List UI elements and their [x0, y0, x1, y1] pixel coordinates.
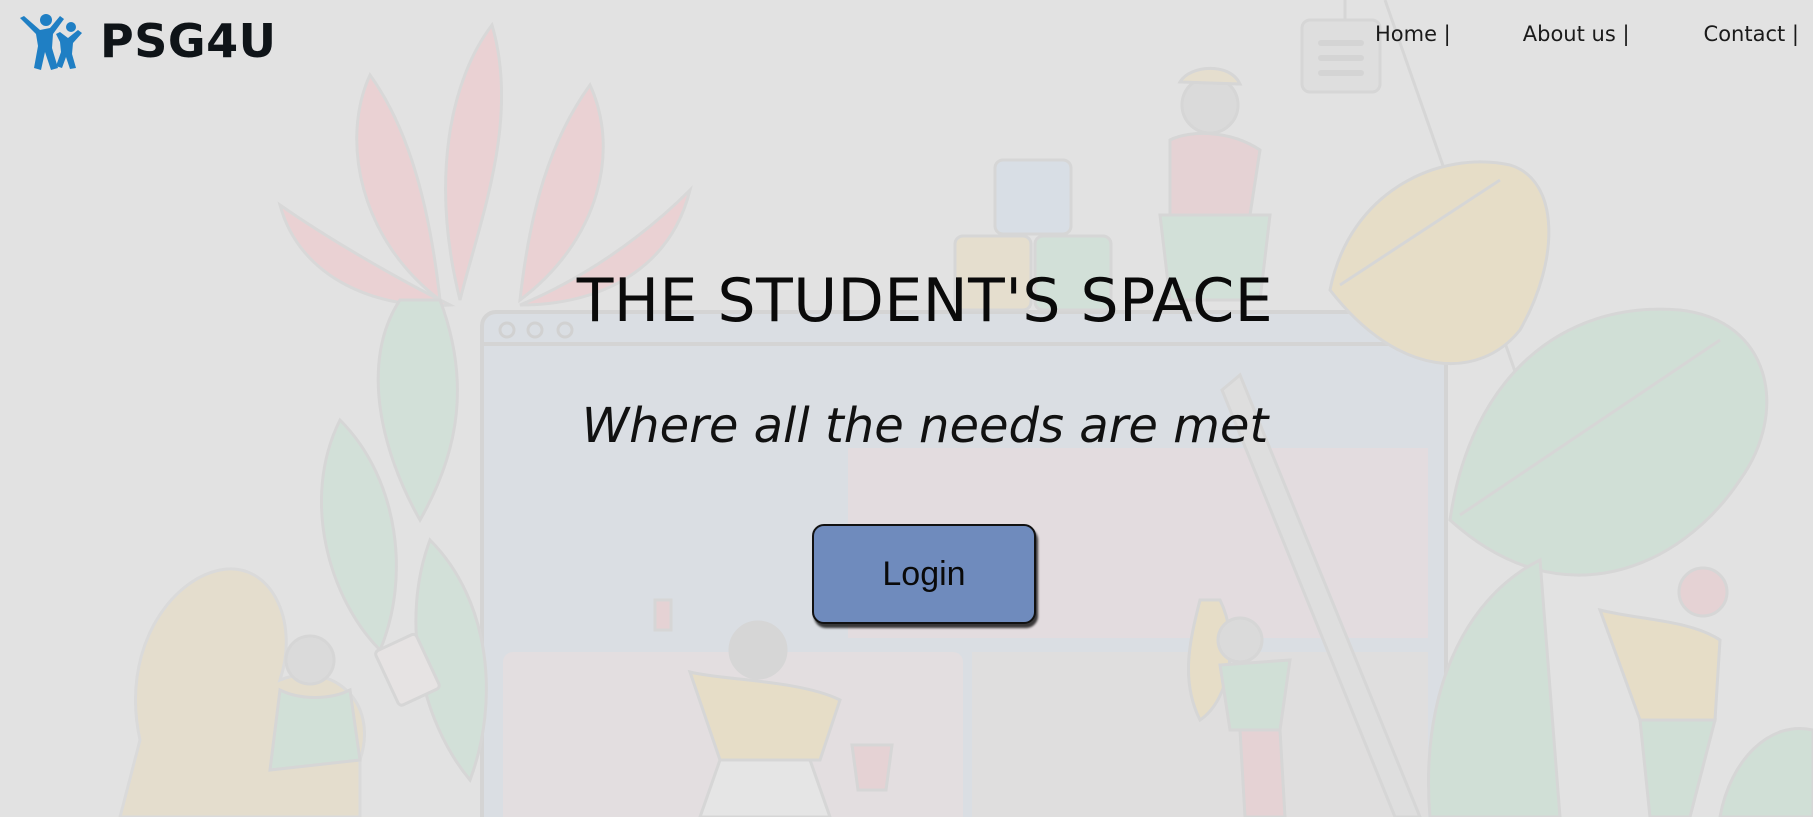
hero-title: THE STUDENT'S SPACE: [576, 266, 1274, 336]
login-button[interactable]: Login: [812, 524, 1036, 624]
brand-logo[interactable]: PSG4U: [16, 10, 276, 72]
brand-name: PSG4U: [100, 14, 277, 68]
nav-link-about-us[interactable]: About us |: [1523, 22, 1630, 46]
top-navigation-bar: PSG4U Home | About us | Contact |: [0, 0, 1813, 80]
two-people-jumping-icon: [20, 14, 82, 70]
hero-subtitle: Where all the needs are met: [581, 398, 1269, 454]
hero-section: THE STUDENT'S SPACE Where all the needs …: [0, 0, 1813, 817]
nav-link-home[interactable]: Home |: [1375, 22, 1451, 46]
main-nav: Home | About us | Contact |: [1375, 22, 1799, 46]
nav-link-contact[interactable]: Contact |: [1704, 22, 1799, 46]
